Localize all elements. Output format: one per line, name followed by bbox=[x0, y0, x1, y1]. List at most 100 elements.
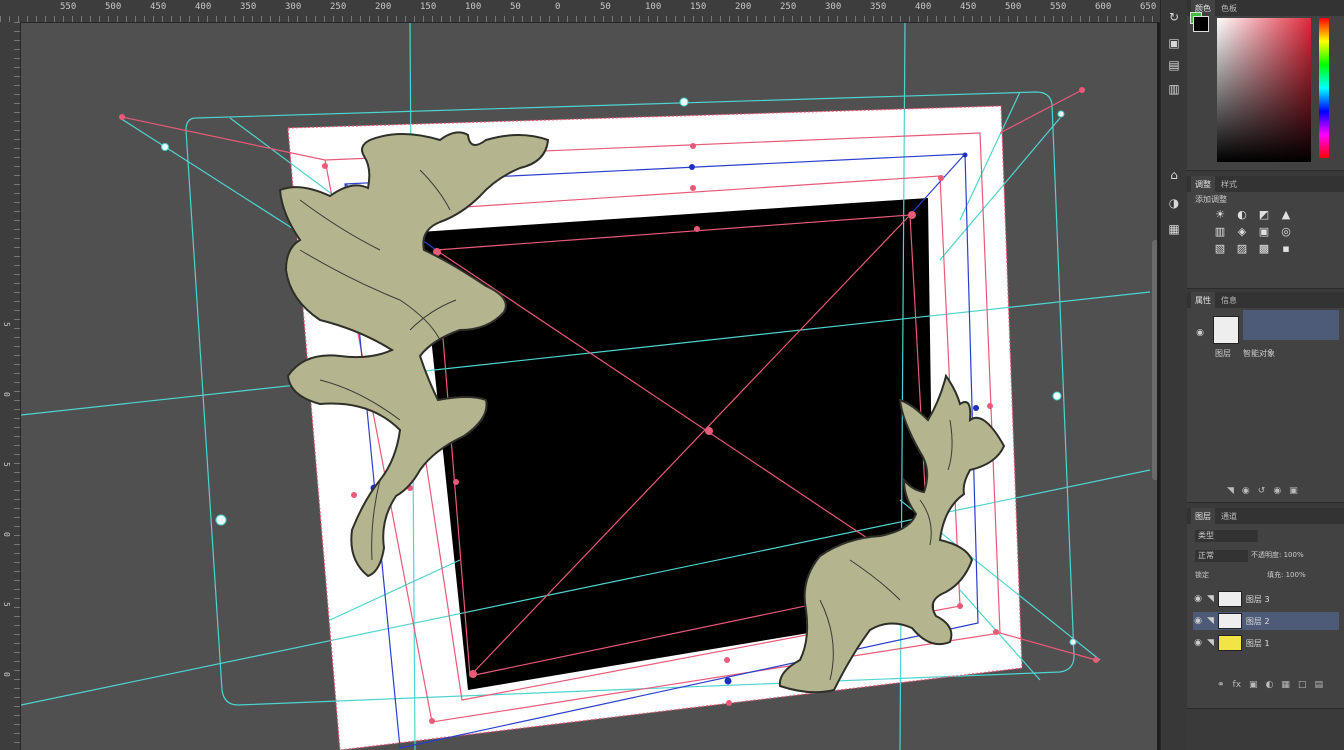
foreground-color-swatch[interactable] bbox=[1193, 16, 1209, 32]
visibility-icon[interactable]: ◉ bbox=[1273, 486, 1281, 496]
add-adjustment-label: 添加调整 bbox=[1195, 195, 1227, 204]
delete-icon[interactable]: ▣ bbox=[1289, 486, 1298, 496]
ruler-tick: 0 bbox=[555, 2, 561, 12]
ruler-tick: 650 bbox=[1140, 2, 1157, 12]
layer-thumbnail bbox=[1217, 635, 1242, 651]
adjustment-icon[interactable]: ◩ bbox=[1255, 208, 1273, 221]
ruler-tick: 550 bbox=[1050, 2, 1067, 12]
properties-panel: 属性 信息 ◉ 图层 智能对象 ◥ ◉ ↺ ◉ ▣ bbox=[1187, 292, 1344, 503]
history-icon[interactable]: ▣ bbox=[1165, 34, 1183, 52]
vertical-scrollbar[interactable] bbox=[1152, 240, 1157, 480]
canvas-workspace[interactable] bbox=[21, 23, 1157, 750]
tab-properties[interactable]: 属性 bbox=[1191, 292, 1215, 308]
clone-icon[interactable]: ◑ bbox=[1165, 194, 1183, 212]
save-icon[interactable]: ▤ bbox=[1165, 56, 1183, 74]
ruler-tick: 450 bbox=[150, 2, 167, 12]
layers-panel-tabs: 图层 通道 bbox=[1187, 508, 1344, 524]
adjustment-icon[interactable]: ◈ bbox=[1233, 225, 1251, 238]
lock-label: 锁定 bbox=[1195, 571, 1209, 579]
tab-channels[interactable]: 通道 bbox=[1217, 508, 1241, 524]
eye-icon[interactable]: ◉ bbox=[1193, 594, 1203, 604]
horizontal-ruler[interactable]: 550 500 450 400 350 300 250 200 150 100 50 0 50 100 15… bbox=[0, 0, 1336, 23]
mask-icon[interactable]: ▣ bbox=[1249, 680, 1258, 690]
opacity-field[interactable]: 不透明度: 100% bbox=[1251, 550, 1304, 560]
layer-thumbnail bbox=[1217, 613, 1242, 629]
properties-footer-icons: ◥ ◉ ↺ ◉ ▣ bbox=[1227, 486, 1298, 496]
ruler-tick: 5 bbox=[2, 462, 11, 467]
vertical-ruler[interactable]: 5 0 5 0 5 0 bbox=[0, 22, 21, 750]
adjustment-icon[interactable]: ☀ bbox=[1211, 208, 1229, 221]
sync-icon[interactable]: ↻ bbox=[1165, 8, 1183, 26]
adjustment-icon[interactable]: ▣ bbox=[1255, 225, 1273, 238]
hue-slider[interactable] bbox=[1319, 18, 1329, 158]
tab-adjustments[interactable]: 调整 bbox=[1191, 176, 1215, 192]
reset-icon[interactable]: ↺ bbox=[1258, 486, 1266, 496]
link-icon: ◥ bbox=[1207, 594, 1214, 604]
ruler-tick: 350 bbox=[870, 2, 887, 12]
adjustment-layer-icon[interactable]: ◐ bbox=[1266, 680, 1274, 690]
adjustment-icons-grid: ☀ ◐ ◩ ▲ ▥ ◈ ▣ ◎ ▧ ▨ ▩ ▪ bbox=[1211, 208, 1295, 255]
ruler-tick: 5 bbox=[2, 322, 11, 327]
ruler-tick: 600 bbox=[1095, 2, 1112, 12]
ruler-tick: 200 bbox=[375, 2, 392, 12]
perspective-warp-canvas[interactable] bbox=[21, 23, 1157, 750]
link-icon[interactable]: ⚭ bbox=[1217, 680, 1225, 690]
ruler-tick: 350 bbox=[240, 2, 257, 12]
ruler-tick: 50 bbox=[600, 2, 611, 12]
link-icon: ◥ bbox=[1207, 638, 1214, 648]
ruler-tick: 5 bbox=[2, 602, 11, 607]
blend-mode-select[interactable]: 正常 bbox=[1195, 550, 1248, 562]
adjustment-icon[interactable]: ▩ bbox=[1255, 242, 1273, 255]
ruler-tick: 500 bbox=[105, 2, 122, 12]
adjustment-icon[interactable]: ▧ bbox=[1211, 242, 1229, 255]
view-icon[interactable]: ◉ bbox=[1242, 486, 1250, 496]
adjustment-icon[interactable]: ◐ bbox=[1233, 208, 1251, 221]
eye-icon[interactable]: ◉ bbox=[1195, 328, 1205, 338]
clip-icon[interactable]: ◥ bbox=[1227, 486, 1234, 496]
home-icon[interactable]: ⌂ bbox=[1165, 166, 1183, 184]
adjustment-icon[interactable]: ▥ bbox=[1211, 225, 1229, 238]
properties-sub-label: 图层 bbox=[1215, 349, 1231, 358]
tab-swatches[interactable]: 色板 bbox=[1217, 0, 1241, 16]
layers-footer-icons: ⚭ fx ▣ ◐ ▦ □ ▤ bbox=[1217, 680, 1323, 690]
new-layer-icon[interactable]: □ bbox=[1298, 680, 1307, 690]
color-panel: 颜色 色板 bbox=[1187, 0, 1344, 171]
adjustment-icon[interactable]: ▨ bbox=[1233, 242, 1251, 255]
fill-field[interactable]: 填充: 100% bbox=[1267, 570, 1306, 580]
layer-row[interactable]: ◉ ◥ 图层 2 bbox=[1193, 612, 1339, 630]
eye-icon[interactable]: ◉ bbox=[1193, 638, 1203, 648]
ruler-tick: 150 bbox=[690, 2, 707, 12]
layer-row[interactable]: ◉ ◥ 图层 1 bbox=[1193, 634, 1339, 652]
layer-thumbnail bbox=[1217, 591, 1242, 607]
stamp-icon[interactable]: ▦ bbox=[1165, 220, 1183, 238]
print-icon[interactable]: ▥ bbox=[1165, 80, 1183, 98]
adjustment-icon[interactable]: ▲ bbox=[1277, 208, 1295, 221]
smart-object-label: 智能对象 bbox=[1243, 349, 1275, 358]
properties-panel-tabs: 属性 信息 bbox=[1187, 292, 1344, 308]
tab-info[interactable]: 信息 bbox=[1217, 292, 1241, 308]
ruler-tick: 300 bbox=[825, 2, 842, 12]
fx-icon[interactable]: fx bbox=[1233, 680, 1242, 690]
ruler-tick: 400 bbox=[915, 2, 932, 12]
layer-filter-select[interactable]: 类型 bbox=[1195, 530, 1258, 542]
layer-name: 图层 2 bbox=[1245, 616, 1270, 626]
adjustment-icon[interactable]: ▪ bbox=[1277, 242, 1295, 255]
link-icon: ◥ bbox=[1207, 616, 1214, 626]
panel-icon-strip: ↻ ▣ ▤ ▥ ⌂ ◑ ▦ bbox=[1160, 0, 1188, 750]
eye-icon[interactable]: ◉ bbox=[1193, 616, 1203, 626]
ruler-tick: 250 bbox=[780, 2, 797, 12]
color-picker-field[interactable] bbox=[1217, 18, 1311, 162]
tab-styles[interactable]: 样式 bbox=[1217, 176, 1241, 192]
folder-icon[interactable]: ▦ bbox=[1281, 680, 1290, 690]
smart-object-thumbnail bbox=[1213, 316, 1239, 344]
layer-name: 图层 3 bbox=[1245, 594, 1270, 604]
trash-icon[interactable]: ▤ bbox=[1314, 680, 1323, 690]
layer-row[interactable]: ◉ ◥ 图层 3 bbox=[1193, 590, 1339, 608]
adjustment-icon[interactable]: ◎ bbox=[1277, 225, 1295, 238]
layer-name: 图层 1 bbox=[1245, 638, 1270, 648]
tab-layers[interactable]: 图层 bbox=[1191, 508, 1215, 524]
ruler-tick: 450 bbox=[960, 2, 977, 12]
ruler-tick: 100 bbox=[645, 2, 662, 12]
ruler-tick: 150 bbox=[420, 2, 437, 12]
ruler-tick: 250 bbox=[330, 2, 347, 12]
